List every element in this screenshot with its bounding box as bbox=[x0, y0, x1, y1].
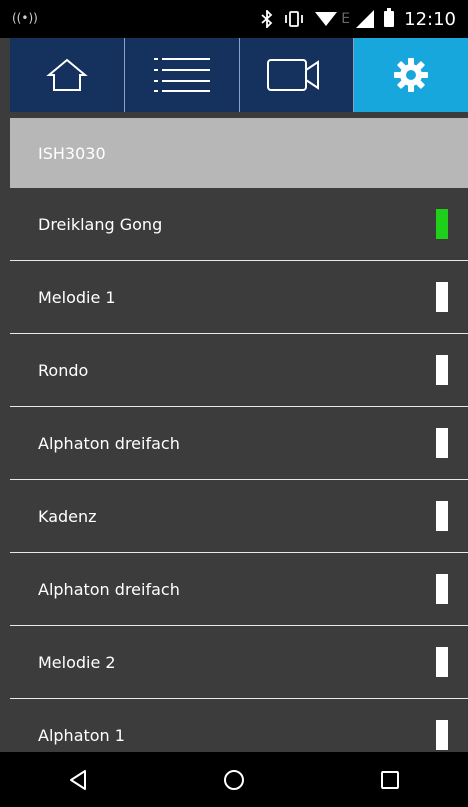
back-button[interactable] bbox=[48, 760, 108, 800]
ringtone-label: Alphaton dreifach bbox=[38, 433, 180, 453]
back-triangle-icon bbox=[70, 769, 86, 790]
ringtone-label: Dreiklang Gong bbox=[38, 214, 163, 234]
list-item[interactable]: Melodie 1 bbox=[10, 261, 468, 334]
ringtone-label: Alphaton dreifach bbox=[38, 579, 180, 599]
ringtone-label: Rondo bbox=[38, 360, 89, 380]
video-camera-icon bbox=[267, 59, 320, 91]
status-icons: E 12:10 bbox=[261, 6, 456, 32]
home-circle-icon bbox=[224, 769, 244, 790]
list-icon bbox=[153, 58, 210, 92]
list-item[interactable]: Kadenz bbox=[10, 480, 468, 553]
selected-indicator bbox=[436, 209, 448, 239]
ringtone-label: Melodie 1 bbox=[38, 287, 116, 307]
recents-button[interactable] bbox=[360, 760, 420, 800]
ringtone-label: Kadenz bbox=[38, 506, 97, 526]
signal-icon bbox=[356, 10, 375, 28]
unselected-indicator bbox=[436, 647, 448, 677]
vibrate-icon bbox=[283, 10, 305, 28]
unselected-indicator bbox=[436, 720, 448, 750]
gear-icon bbox=[394, 58, 429, 92]
ringtone-list: Dreiklang Gong Melodie 1 Rondo Alphaton … bbox=[10, 188, 468, 752]
nav-list-button[interactable] bbox=[125, 38, 240, 112]
list-item[interactable]: Alphaton dreifach bbox=[10, 407, 468, 480]
unselected-indicator bbox=[436, 574, 448, 604]
wifi-icon bbox=[315, 12, 338, 26]
home-button[interactable] bbox=[204, 760, 264, 800]
battery-icon bbox=[384, 8, 395, 27]
list-item[interactable]: Alphaton dreifach bbox=[10, 553, 468, 626]
list-item[interactable]: Melodie 2 bbox=[10, 626, 468, 699]
network-type-label: E bbox=[341, 11, 351, 27]
top-nav bbox=[10, 38, 468, 112]
nav-settings-button[interactable] bbox=[354, 38, 468, 112]
status-bar: ((•)) E 12:10 bbox=[0, 0, 468, 38]
nav-video-button[interactable] bbox=[240, 38, 355, 112]
bluetooth-icon bbox=[261, 10, 273, 28]
nav-home-button[interactable] bbox=[10, 38, 125, 112]
unselected-indicator bbox=[436, 501, 448, 531]
unselected-indicator bbox=[436, 355, 448, 385]
ringtone-label: Alphaton 1 bbox=[38, 725, 125, 745]
radio-icon: ((•)) bbox=[12, 11, 38, 25]
clock: 12:10 bbox=[404, 8, 456, 30]
list-item[interactable]: Dreiklang Gong bbox=[10, 188, 468, 261]
unselected-indicator bbox=[436, 428, 448, 458]
list-item[interactable]: Alphaton 1 bbox=[10, 699, 468, 752]
ringtone-label: Melodie 2 bbox=[38, 652, 116, 672]
list-item[interactable]: Rondo bbox=[10, 334, 468, 407]
home-icon bbox=[46, 58, 88, 91]
device-name: ISH3030 bbox=[38, 143, 106, 163]
system-nav-bar bbox=[0, 752, 468, 807]
unselected-indicator bbox=[436, 282, 448, 312]
recents-square-icon bbox=[381, 770, 399, 789]
device-header: ISH3030 bbox=[10, 118, 468, 188]
